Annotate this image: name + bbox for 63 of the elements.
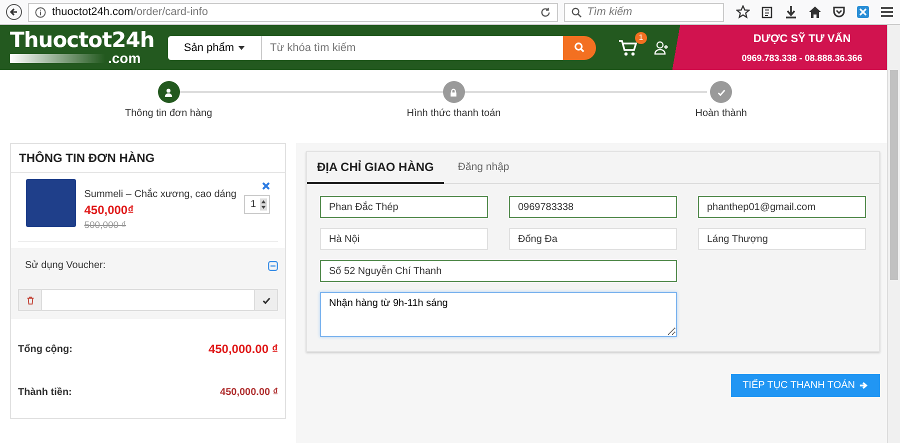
star-icon[interactable] <box>736 5 750 19</box>
product-old-price: 500,000 ₫ <box>84 220 128 231</box>
total-value: 450,000.00 ₫ <box>208 342 278 356</box>
product-price: 450,000₫ <box>84 203 135 217</box>
category-dropdown[interactable]: Sản phẩm <box>168 36 262 60</box>
order-title: THÔNG TIN ĐƠN HÀNG <box>11 144 285 173</box>
step-label: Hoàn thành <box>695 108 747 119</box>
note-field[interactable]: Nhận hàng từ 9h-11h sáng <box>320 292 677 337</box>
check-icon <box>716 88 726 96</box>
form-tab[interactable]: ĐỊA CHỈ GIAO HÀNG <box>307 152 444 184</box>
text-field[interactable]: Láng Thượng <box>698 228 866 250</box>
extension-icon[interactable] <box>856 5 870 19</box>
form-tab[interactable]: Đăng nhập <box>448 152 520 184</box>
add-user-icon[interactable] <box>654 40 670 56</box>
text-field[interactable]: Hà Nội <box>320 228 488 250</box>
text-field[interactable]: Phan Đắc Thép <box>320 196 488 218</box>
remove-icon[interactable] <box>262 182 270 190</box>
total-label: Thành tiền: <box>18 386 72 398</box>
cart-count-badge: 1 <box>635 32 647 44</box>
menu-icon[interactable] <box>880 5 894 19</box>
voucher-label: Sử dụng Voucher: <box>25 260 106 271</box>
delete-voucher-button[interactable] <box>18 289 42 311</box>
step-label: Hình thức thanh toán <box>406 108 501 119</box>
url-path: /order/card-info <box>133 6 208 18</box>
product-photo-placeholder <box>26 179 76 227</box>
scrollbar[interactable] <box>887 25 900 443</box>
address-bar[interactable]: thuoctot24h.com/order/card-info <box>28 2 558 22</box>
step-label: Thông tin đơn hàng <box>125 108 212 119</box>
product-name[interactable]: Summeli – Chắc xương, cao dáng <box>84 189 236 200</box>
hotline-title: DƯỢC SỸ TƯ VẤN <box>753 32 851 44</box>
search-button[interactable] <box>563 36 596 60</box>
info-icon <box>35 6 46 18</box>
hotline-numbers: 0969.783.338 - 08.888.36.366 <box>742 52 862 62</box>
url-host: thuoctot24h.com <box>52 6 134 18</box>
search-field[interactable]: Từ khóa tìm kiếm <box>262 36 563 60</box>
check-icon <box>262 296 270 304</box>
quantity-spinner[interactable]: 1 <box>244 195 270 214</box>
home-icon[interactable] <box>808 5 822 19</box>
clipboard-icon[interactable] <box>760 5 774 19</box>
text-field[interactable]: Số 52 Nguyễn Chí Thanh <box>320 260 677 282</box>
reload-icon[interactable] <box>540 6 551 18</box>
back-icon[interactable] <box>6 4 22 20</box>
arrow-right-icon <box>859 381 868 390</box>
total-label: Tổng cộng: <box>18 344 72 354</box>
collapse-icon[interactable] <box>268 260 278 270</box>
pocket-icon[interactable] <box>832 5 846 19</box>
user-icon <box>164 88 174 96</box>
text-field[interactable]: phanthep01@gmail.com <box>698 196 866 218</box>
text-field[interactable]: Đống Đa <box>509 228 677 250</box>
search-icon <box>574 42 585 53</box>
lock-icon <box>449 88 458 96</box>
total-value: 450,000.00 ₫ <box>220 386 278 398</box>
spinner-arrows-icon <box>260 198 267 211</box>
apply-voucher-button[interactable] <box>254 289 278 311</box>
caret-icon <box>238 46 246 50</box>
search-placeholder: Tìm kiếm <box>587 6 632 18</box>
trash-icon <box>26 296 34 304</box>
search-icon <box>571 6 582 18</box>
browser-search-field[interactable]: Tìm kiếm <box>564 2 724 22</box>
text-field[interactable]: 0969783338 <box>509 196 677 218</box>
cart-icon[interactable] <box>618 38 638 56</box>
download-icon[interactable] <box>784 5 798 19</box>
voucher-input-field[interactable] <box>42 289 254 311</box>
